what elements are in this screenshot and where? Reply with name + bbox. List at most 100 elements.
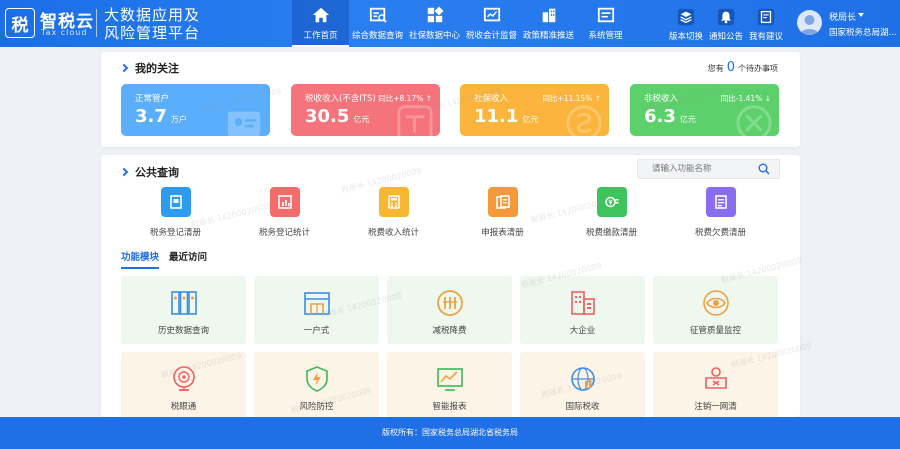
module-history-data[interactable]: 历史数据查询	[121, 276, 246, 344]
stat-trend: 同比-1.41% ↓	[720, 94, 771, 103]
module-large-enterprise[interactable]: 大企业	[520, 276, 645, 344]
module-one-household[interactable]: 一户式	[254, 276, 379, 344]
stat-card-taxpayers[interactable]: 正常管户 3.7 万户	[121, 84, 270, 136]
building-icon	[542, 8, 555, 23]
calculator-icon	[378, 187, 409, 217]
platform-title-line2: 风险管理平台	[104, 24, 201, 42]
main-nav: 工作首页 综合数据查询 社保数据中心 税收会计监督 政策精准推送 系统管理	[292, 0, 634, 47]
brand-logo[interactable]: 税	[5, 8, 35, 38]
todo-prefix: 您有	[707, 64, 724, 73]
blocks-icon	[427, 6, 444, 23]
module-risk-control[interactable]: 风险防控	[254, 352, 379, 420]
module-smart-report[interactable]: 智能报表	[387, 352, 512, 420]
quick-tax-payment-list[interactable]: 税费缴款清册	[557, 187, 666, 238]
chevron-down-icon[interactable]	[858, 13, 864, 17]
tool-label: 我有建议	[748, 32, 783, 42]
stat-unit: 亿元	[353, 115, 370, 124]
eye-icon	[702, 290, 729, 316]
data-query-icon	[369, 7, 387, 23]
module-quality-monitor[interactable]: 征管质量监控	[653, 276, 778, 344]
module-deregistration[interactable]: 注销一网清	[653, 352, 778, 420]
nav-label: 政策精准推送	[522, 31, 574, 41]
quick-tax-revenue-stats[interactable]: 税费收入统计	[339, 187, 448, 238]
quick-declaration-list[interactable]: 申报表清册	[448, 187, 557, 238]
chart-doc-icon	[269, 187, 300, 217]
bell-icon	[717, 8, 735, 26]
chevron-right-icon	[119, 63, 129, 73]
module-label: 减税降费	[432, 326, 467, 336]
stat-unit: 亿元	[522, 115, 539, 124]
avatar[interactable]	[797, 10, 822, 35]
public-query-panel: 公共查询 税务登记清册 税务登记统计 税费收入统计 申报表清册 税费缴款清册 税…	[101, 155, 800, 420]
platform-title-line1: 大数据应用及	[104, 6, 201, 24]
nav-item-data-query[interactable]: 综合数据查询	[349, 0, 406, 47]
platform-title: 大数据应用及 风险管理平台	[104, 6, 200, 42]
radar-icon	[172, 366, 195, 391]
quick-tax-arrears-list[interactable]: 税费欠费清册	[666, 187, 775, 238]
tax-seal-icon	[397, 105, 433, 136]
tool-label: 版本切换	[668, 32, 703, 42]
stat-card-non-tax[interactable]: 非税收入 同比-1.41% ↓ 6.3 亿元	[630, 84, 779, 136]
my-focus-title-text: 我的关注	[135, 62, 179, 75]
module-international-tax[interactable]: 国际税收	[520, 352, 645, 420]
stat-trend: 同比+8.17% ↑	[378, 94, 432, 103]
nav-label: 税收会计监督	[465, 31, 517, 41]
todo-count[interactable]: 0	[727, 60, 735, 75]
version-switch-button[interactable]: 版本切换	[666, 0, 706, 47]
top-header: 税 智税云 Tax cloud 大数据应用及 风险管理平台 工作首页 综合数据查…	[0, 0, 900, 47]
footer: 版权所有：国家税务总局湖北省税务局	[0, 417, 900, 449]
quick-label: 申报表清册	[481, 228, 524, 238]
edit-doc-icon	[757, 8, 775, 26]
quick-label: 税务登记统计	[258, 228, 310, 238]
stat-value: 11.1 亿元	[474, 106, 538, 127]
chevron-right-icon	[119, 167, 129, 177]
module-tax-reduction[interactable]: 减税降费	[387, 276, 512, 344]
quick-label: 税费欠费清册	[694, 228, 746, 238]
shield-icon	[305, 366, 328, 392]
stat-label: 税收收入(不含ITS)	[305, 94, 376, 104]
quick-label: 税务登记清册	[149, 228, 201, 238]
module-tax-eye[interactable]: 税眼通	[121, 352, 246, 420]
shop-icon	[303, 292, 330, 315]
stat-value: 3.7 万户	[135, 106, 187, 127]
suggestion-button[interactable]: 我有建议	[746, 0, 786, 47]
user-org: 国家税务总局湖...	[829, 28, 897, 38]
my-focus-panel: 我的关注 您有 0 个待办事项 正常管户 3.7 万户 税收收入(不含ITS) 同…	[101, 52, 800, 147]
stat-card-social-security[interactable]: 社保收入 同比+11.15% ↑ 11.1 亿元	[460, 84, 609, 136]
tab-function-modules[interactable]: 功能模块	[121, 249, 160, 269]
header-tools: 版本切换 通知公告 我有建议	[666, 0, 786, 47]
nav-item-policy-push[interactable]: 政策精准推送	[520, 0, 577, 47]
globe-icon	[570, 367, 595, 391]
stat-label: 正常管户	[135, 94, 170, 104]
nav-label: 系统管理	[588, 31, 623, 41]
report-icon	[487, 187, 518, 217]
nav-item-tax-accounting[interactable]: 税收会计监督	[463, 0, 520, 47]
quick-tax-register-list[interactable]: 税务登记清册	[121, 187, 230, 238]
module-label: 国际税收	[565, 402, 600, 412]
stat-unit: 万户	[170, 115, 187, 124]
module-label: 历史数据查询	[157, 326, 209, 336]
quick-tax-register-stats[interactable]: 税务登记统计	[230, 187, 339, 238]
public-query-title: 公共查询	[119, 164, 179, 180]
coins-icon	[436, 290, 463, 316]
search-icon[interactable]	[758, 163, 770, 175]
enterprise-icon	[570, 291, 595, 315]
notice-button[interactable]: 通知公告	[706, 0, 746, 47]
nav-item-home[interactable]: 工作首页	[292, 0, 349, 47]
stat-unit: 亿元	[679, 115, 696, 124]
nav-item-social-security[interactable]: 社保数据中心	[406, 0, 463, 47]
user-name[interactable]: 税局长	[829, 10, 856, 23]
nav-label: 工作首页	[303, 31, 338, 41]
id-card-icon	[227, 111, 261, 136]
payment-icon	[596, 187, 627, 217]
non-tax-icon	[736, 105, 772, 136]
settings-doc-icon	[597, 7, 614, 23]
stat-card-tax-revenue[interactable]: 税收收入(不含ITS) 同比+8.17% ↑ 30.5 亿元	[291, 84, 440, 136]
nav-label: 社保数据中心	[408, 31, 460, 41]
archive-icon	[170, 291, 197, 315]
brand-logo-char: 税	[11, 15, 29, 36]
tab-recent-visits[interactable]: 最近访问	[169, 249, 207, 269]
stat-number: 6.3	[644, 106, 676, 127]
module-label: 征管质量监控	[689, 326, 741, 336]
nav-item-system[interactable]: 系统管理	[577, 0, 634, 47]
